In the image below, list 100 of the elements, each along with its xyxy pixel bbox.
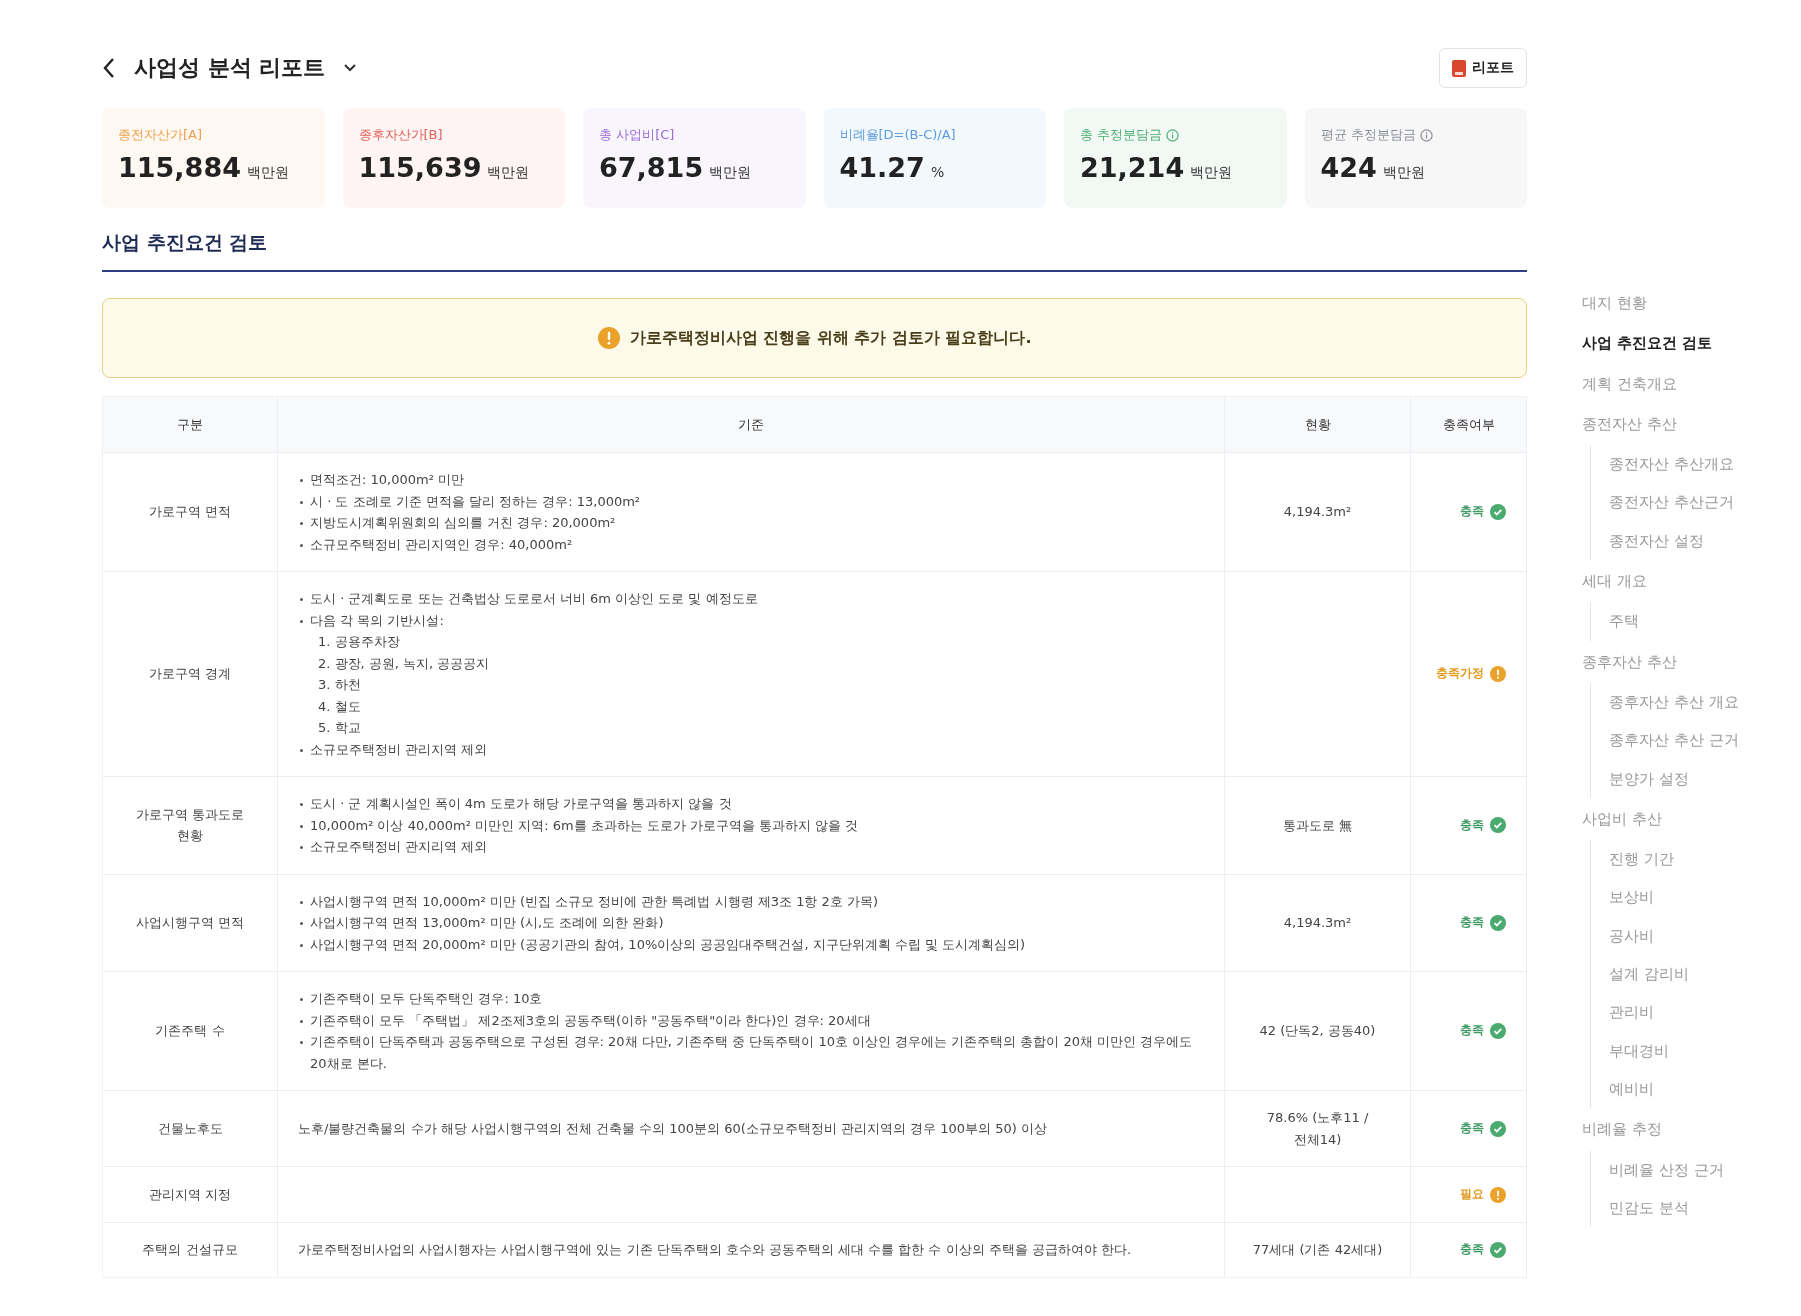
bullet-icon <box>299 1019 303 1023</box>
nav-link[interactable]: 종전자산 추산 <box>1582 404 1801 444</box>
card-unit: 백만원 <box>487 164 530 182</box>
check-icon <box>1490 504 1506 520</box>
nav-link[interactable]: 관리비 <box>1609 993 1801 1032</box>
nav-link[interactable]: 세대 개요 <box>1582 562 1801 601</box>
result-text: 충족 <box>1460 816 1484 834</box>
card-unit: 백만원 <box>1382 164 1425 182</box>
status-text: 42 (단독2, 공동40) <box>1259 1023 1376 1039</box>
criterion-text: 지방도시계획위원회의 심의를 거친 경우: 20,000m² <box>310 515 616 530</box>
nav-link[interactable]: 진행 기간 <box>1609 840 1801 879</box>
card-value: 424 <box>1320 152 1377 183</box>
column-header: 충족여부 <box>1410 396 1527 453</box>
status-text: 4,194.3m² <box>1283 504 1352 520</box>
result-text: 충족가정 <box>1436 665 1484 683</box>
criterion-text: 도시 · 군계획도로 또는 건축법상 도로로서 너비 6m 이상인 도로 및 예정도로 <box>310 591 758 606</box>
result-text: 충족 <box>1460 503 1484 521</box>
nav-link[interactable]: 사업 추진요건 검토 <box>1582 324 1801 363</box>
card-unit: 백만원 <box>1190 164 1233 182</box>
criterion-subitem: 4. 철도 <box>317 697 362 716</box>
criterion-text: 기존주택이 단독주택과 공동주택으로 구성된 경우: 20채 다만, 기존주택 중 단독주택이 10호 이상인 경우에는 기존주택의 총합이 20채 미만인 경우에도 20채로 본다. <box>310 1034 1193 1071</box>
criterion-text: 기존주택이 모두 단독주택인 경우: 10호 <box>310 991 543 1006</box>
nav-link[interactable]: 종전자산 추산개요 <box>1609 445 1801 484</box>
bullet-icon <box>299 900 303 904</box>
bullet-icon <box>299 922 303 925</box>
card-value: 67,815 <box>599 152 704 183</box>
result-text: 충족 <box>1460 1241 1484 1258</box>
criterion-subitem: 2. 광장, 공원, 녹지, 공공공지 <box>317 654 490 673</box>
nav-link[interactable]: 비례율 추정 <box>1582 1110 1801 1149</box>
back-button[interactable] <box>102 57 116 79</box>
nav-link[interactable]: 사업비 추산 <box>1582 799 1801 839</box>
nav-link[interactable]: 계획 건축개요 <box>1582 364 1801 403</box>
info-icon[interactable] <box>1166 128 1180 142</box>
column-header: 기준 <box>277 396 1225 453</box>
bullet-icon <box>299 824 303 828</box>
table-cell: 사업시행구역 면적 <box>102 874 278 972</box>
criterion-text: 소규모주택정비 관리지역 제외 <box>310 741 488 757</box>
criterion-text: 사업시행구역 면적 20,000m² 미만 (공공기관의 참여, 10%이상의 공공임대주택건설, 지구단위계획 수립 및 도시계획심의) <box>310 936 1026 952</box>
nav-link[interactable]: 종전자산 설정 <box>1609 521 1801 561</box>
status-text: 4,194.3m² <box>1283 915 1352 930</box>
nav-link[interactable]: 종후자산 추산 개요 <box>1609 682 1801 722</box>
criterion-text: 다음 각 목의 기반시설: <box>310 612 444 628</box>
status-text: 78.6% (노후11 / 전체14) <box>1266 1110 1369 1147</box>
criterion-text: 사업시행구역 면적 10,000m² 미만 (빈집 소규모 정비에 관한 특례법 시행령 제3조 1항 2호 가목) <box>310 893 879 909</box>
criterion-text: 시 · 도 조례로 기준 면적을 달리 정하는 경우: 13,000m² <box>310 493 641 509</box>
bullet-icon <box>299 479 303 482</box>
nav-link[interactable]: 대지 현황 <box>1582 284 1801 323</box>
nav-link[interactable]: 종후자산 추산 <box>1582 642 1801 681</box>
bullet-icon <box>299 846 303 849</box>
dropdown-button[interactable] <box>343 63 358 73</box>
report-button[interactable]: 리포트 <box>1439 48 1527 88</box>
criterion-text: 기존주택이 모두 「주택법」 제2조제3호의 공동주택(이하 "공동주택"이라 한다)인 경우: 20세대 <box>310 1012 871 1028</box>
nav-link[interactable]: 종후자산 추산 근거 <box>1609 721 1801 760</box>
column-header: 구분 <box>102 396 278 453</box>
back-icon <box>102 57 116 79</box>
bullet-icon <box>299 619 303 623</box>
criterion-text: 소규모주택정비 관리지역인 경우: 40,000m² <box>310 536 573 552</box>
nav-link[interactable]: 설계 감리비 <box>1609 955 1801 994</box>
card-label: 비례율[D=(B-C)/A] <box>839 126 956 144</box>
table-cell: 주택의 건설규모 <box>102 1222 278 1277</box>
bullet-icon <box>299 1041 303 1044</box>
status-text: 77세대 (기존 42세대) <box>1252 1242 1383 1257</box>
bullet-icon <box>299 998 303 1001</box>
criterion-text: 도시 · 군 계획시설인 폭이 4m 도로가 해당 가로구역을 통과하지 않을 것 <box>310 796 732 811</box>
bullet-icon <box>299 500 303 504</box>
nav-link[interactable]: 예비비 <box>1609 1069 1801 1109</box>
criterion-subitem: 3. 하천 <box>317 676 362 694</box>
card-label: 총 추정분담금 <box>1080 126 1163 144</box>
nav-link[interactable]: 민감도 분석 <box>1609 1188 1801 1228</box>
nav-link[interactable]: 분양가 설정 <box>1609 759 1801 798</box>
table-cell: 가로구역 경계 <box>102 571 278 777</box>
bullet-icon <box>299 522 303 525</box>
criterion-text: 면적조건: 10,000m² 미만 <box>310 472 464 487</box>
criterion-subitem: 5. 학교 <box>317 719 362 737</box>
nav-link[interactable]: 종전자산 추산근거 <box>1609 483 1801 522</box>
card-value: 41.27 <box>839 152 925 183</box>
alert-text: 가로주택정비사업 진행을 위해 추가 검토가 필요합니다. <box>629 327 1032 349</box>
table-cell: 관리지역 지정 <box>102 1166 278 1223</box>
table-cell: 건물노후도 <box>102 1090 278 1167</box>
bullet-icon <box>299 598 303 601</box>
column-header: 현황 <box>1224 396 1411 453</box>
criterion-text: 소규모주택정비 관지리역 제외 <box>310 839 488 854</box>
bullet-icon <box>299 748 303 752</box>
card-value: 21,214 <box>1080 152 1185 183</box>
check-icon <box>1490 1241 1506 1258</box>
nav-link[interactable]: 부대경비 <box>1609 1031 1801 1070</box>
nav-link[interactable]: 공사비 <box>1609 916 1801 956</box>
info-icon[interactable] <box>1419 128 1433 142</box>
nav-link[interactable]: 주택 <box>1609 602 1801 641</box>
check-icon <box>1490 914 1506 931</box>
bullet-icon <box>299 943 303 947</box>
bullet-icon <box>299 543 303 547</box>
criterion-text: 사업시행구역 면적 13,000m² 미만 (시,도 조례에 의한 완화) <box>310 915 664 930</box>
table-cell: 기존주택 수 <box>102 971 278 1091</box>
card-unit: 백만원 <box>247 164 289 182</box>
criterion-text: 가로주택정비사업의 사업시행자는 사업시행구역에 있는 기존 단독주택의 호수와 공동주택의 세대 수를 합한 수 이상의 주택을 공급하여야 한다. <box>298 1242 1132 1257</box>
result-text: 충족 <box>1460 1119 1484 1137</box>
nav-link[interactable]: 비례율 산정 근거 <box>1609 1150 1801 1189</box>
nav-link[interactable]: 보상비 <box>1609 878 1801 917</box>
criterion-text: 노후/불량건축물의 수가 해당 사업시행구역의 전체 건축물 수의 100분의 60(소규모주택정비 관리지역의 경우 100부의 50) 이상 <box>298 1120 1047 1136</box>
